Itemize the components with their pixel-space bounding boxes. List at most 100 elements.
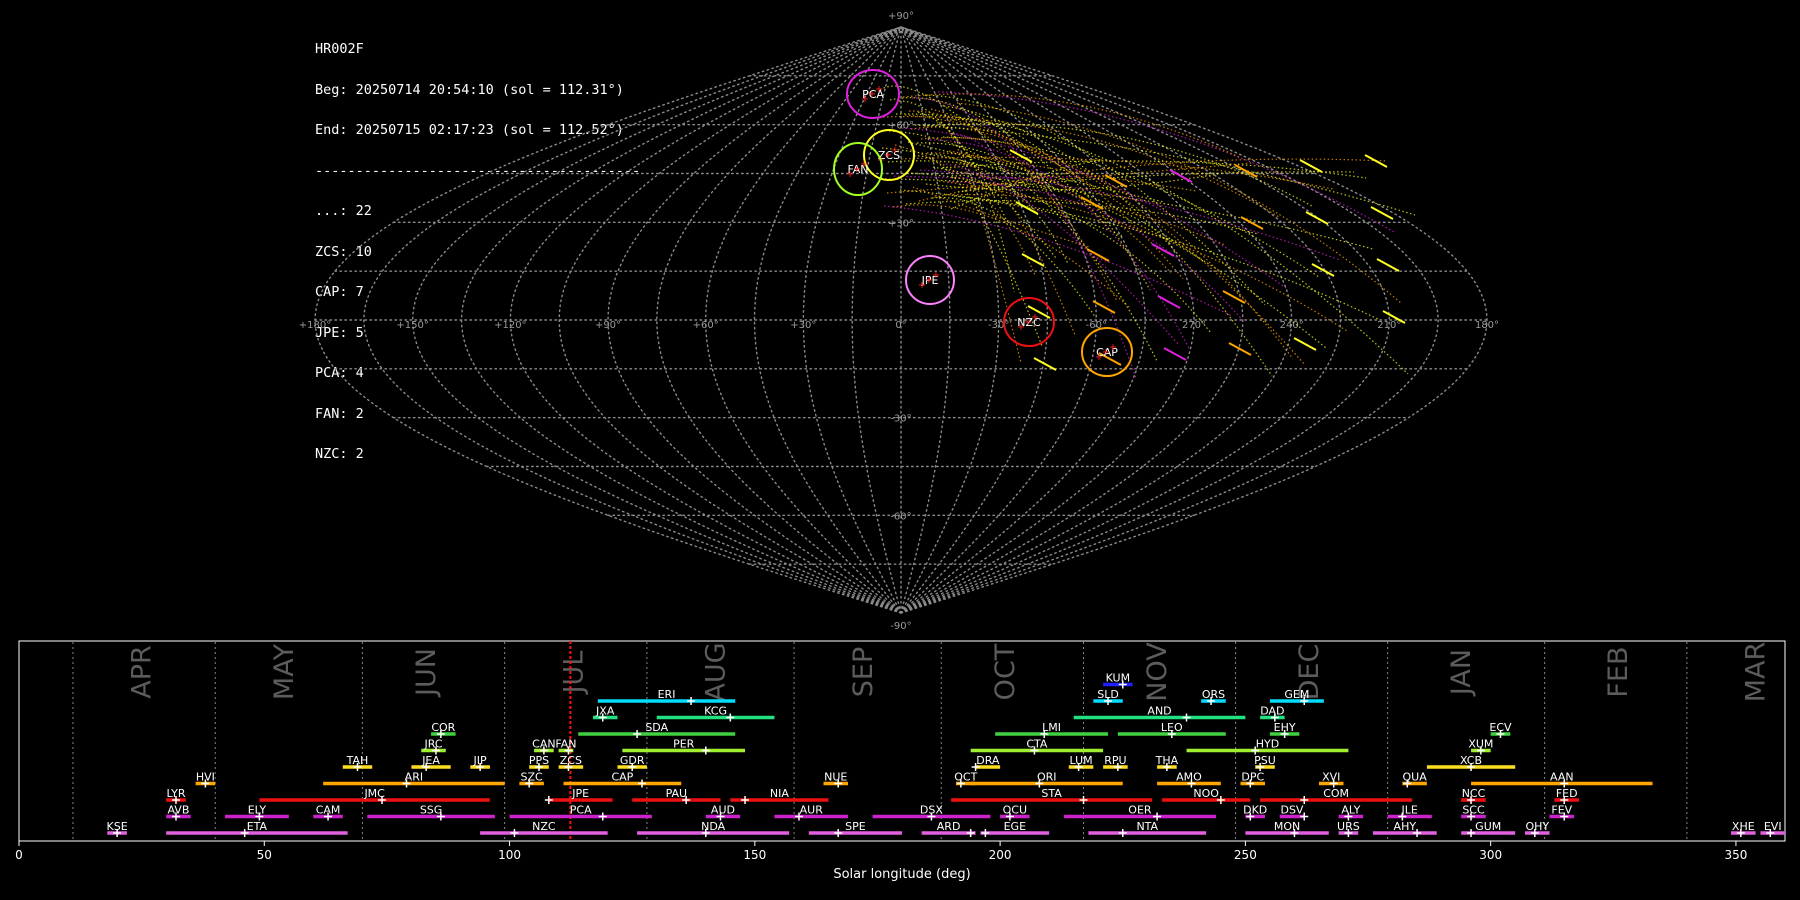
shower-label: SCC bbox=[1462, 804, 1485, 817]
shower-label: URS bbox=[1337, 820, 1360, 833]
shower-label: ORI bbox=[1037, 771, 1057, 784]
shower-label: OER bbox=[1128, 804, 1152, 817]
shower-can: CAN bbox=[532, 738, 556, 755]
shower-label: ERI bbox=[658, 688, 676, 701]
month-label: OCT bbox=[990, 643, 1021, 700]
meteor-trail bbox=[889, 97, 1111, 231]
shower-label: XUM bbox=[1468, 738, 1493, 751]
shower-cap: CAP bbox=[563, 771, 682, 788]
meteor-segment bbox=[1293, 337, 1317, 351]
month-label: MAY bbox=[269, 643, 300, 700]
meteor-trail bbox=[902, 93, 1240, 158]
x-tick-label: 200 bbox=[989, 848, 1012, 862]
shower-urs: URS bbox=[1337, 820, 1360, 837]
shower-label: AMO bbox=[1176, 771, 1202, 784]
meteor-trail bbox=[924, 94, 1266, 306]
shower-jle: JLE bbox=[1387, 804, 1432, 821]
shower-label: OHY bbox=[1525, 820, 1549, 833]
lon-tick-label: +30° bbox=[790, 320, 816, 331]
shower-jea: JEA bbox=[411, 754, 451, 771]
shower-label: AAN bbox=[1550, 771, 1574, 784]
shower-nue: NUE bbox=[823, 771, 849, 788]
meteor-segment bbox=[1015, 201, 1039, 215]
radiant-point: + bbox=[875, 84, 883, 95]
shower-pau: PAU bbox=[632, 787, 721, 804]
shower-dsx: DSX bbox=[872, 804, 991, 821]
shower-label: GDR bbox=[620, 754, 645, 767]
shower-fev: FEV bbox=[1549, 804, 1575, 821]
shower-oer: OER bbox=[1063, 804, 1216, 821]
shower-dpc: DPC bbox=[1240, 771, 1266, 788]
shower-jmc: JMC bbox=[259, 787, 490, 804]
shower-label: SPE bbox=[845, 820, 866, 833]
radiant-point: + bbox=[860, 159, 868, 170]
shower-lum: LUM bbox=[1068, 754, 1094, 771]
shower-xum: XUM bbox=[1468, 738, 1493, 755]
shower-label: AHY bbox=[1394, 820, 1417, 833]
shower-label: AUD bbox=[711, 804, 735, 817]
shower-label: ARD bbox=[937, 820, 961, 833]
shower-eta: ETA bbox=[166, 820, 348, 837]
shower-label: EVI bbox=[1764, 820, 1782, 833]
shower-timeline-chart: APR MAY JUN JUL AUG SEP OCT NOV DEC JAN FEB MARKUME… bbox=[15, 640, 1786, 882]
shower-cam: CAM bbox=[313, 804, 343, 821]
meteor-trail bbox=[899, 189, 1381, 321]
shower-xcb: XCB bbox=[1426, 754, 1516, 771]
month-label: MAR bbox=[1741, 642, 1772, 703]
shower-label: JIP bbox=[473, 754, 487, 767]
shower-label: AUR bbox=[800, 804, 824, 817]
meteor-segment bbox=[1299, 159, 1323, 173]
shower-label: AND bbox=[1147, 705, 1171, 718]
shower-szc: SZC bbox=[519, 771, 544, 788]
shower-label: JLE bbox=[1401, 804, 1418, 817]
shower-mon: MON bbox=[1245, 820, 1329, 837]
meteor-segment bbox=[1376, 258, 1400, 272]
shower-label: LMI bbox=[1042, 721, 1061, 734]
shower-label: DSX bbox=[920, 804, 943, 817]
radiant-point: + bbox=[891, 145, 899, 156]
x-tick-label: 150 bbox=[743, 848, 766, 862]
radiant-fan: FAN+++ bbox=[833, 142, 883, 196]
shower-pca: PCA bbox=[509, 804, 652, 821]
meteor-segment bbox=[1021, 253, 1045, 267]
shower-label: DSV bbox=[1280, 804, 1303, 817]
shower-label: JEA bbox=[421, 754, 440, 767]
radiant-zcs: ZCS+++ bbox=[863, 129, 915, 181]
shower-label: OCT bbox=[954, 771, 977, 784]
shower-dsv: DSV bbox=[1279, 804, 1309, 821]
meteor-segment bbox=[1163, 347, 1187, 361]
month-label: FEB bbox=[1603, 646, 1634, 697]
lat-tick-label: -90° bbox=[890, 621, 911, 630]
shower-nia: NIA bbox=[730, 787, 829, 804]
meteor-segment bbox=[1370, 206, 1394, 220]
shower-ely: ELY bbox=[225, 804, 289, 821]
shower-ocu: OCU bbox=[1000, 804, 1030, 821]
shower-label: NZC bbox=[532, 820, 556, 833]
shower-leo: LEO bbox=[1117, 721, 1226, 738]
shower-jxa: JXA bbox=[592, 705, 618, 722]
shower-gdr: GDR bbox=[617, 754, 647, 771]
shower-label: CAP bbox=[611, 771, 633, 784]
shower-label: COR bbox=[431, 721, 455, 734]
x-tick-label: 50 bbox=[257, 848, 272, 862]
shower-label: PCA bbox=[570, 804, 592, 817]
lat-tick-label: +30° bbox=[888, 218, 914, 229]
shower-label: ARI bbox=[405, 771, 423, 784]
shower-label: AVB bbox=[167, 804, 189, 817]
radiant-point: + bbox=[1109, 342, 1117, 353]
radiant-point: + bbox=[932, 270, 940, 281]
shower-nta: NTA bbox=[1088, 820, 1207, 837]
shower-noo: NOO bbox=[1161, 787, 1251, 804]
meteor-trail bbox=[895, 113, 1409, 375]
shower-label: EGE bbox=[1004, 820, 1026, 833]
meteor-segment bbox=[1222, 290, 1246, 304]
shower-ecv: ECV bbox=[1489, 721, 1512, 738]
shower-label: SSG bbox=[420, 804, 443, 817]
shower-lmi: LMI bbox=[995, 721, 1109, 738]
lon-tick-label: +90° bbox=[595, 320, 621, 331]
lon-tick-label: +120° bbox=[494, 320, 526, 331]
radiant-point: + bbox=[1031, 312, 1039, 323]
shower-com: COM bbox=[1260, 787, 1413, 804]
shower-scc: SCC bbox=[1461, 804, 1486, 821]
shower-label: JMC bbox=[363, 787, 385, 800]
